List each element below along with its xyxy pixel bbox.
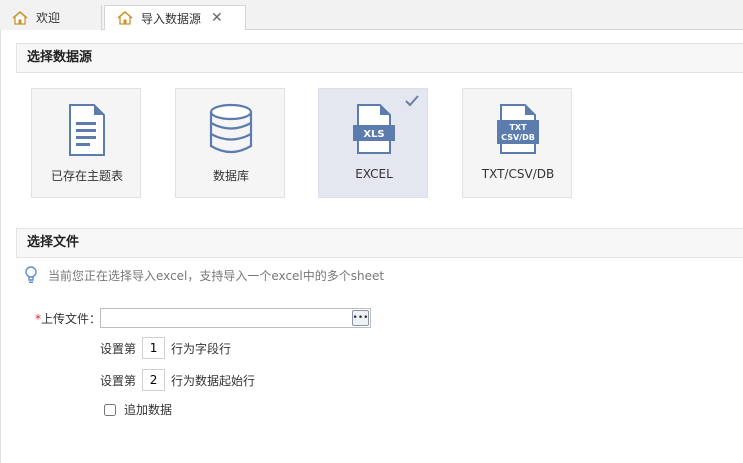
data-row-prefix: 设置第 <box>100 373 137 388</box>
header-row-suffix: 行为字段行 <box>171 341 232 356</box>
source-card-existing-table[interactable]: 已存在主题表 <box>31 88 141 198</box>
source-card-label: 数据库 <box>212 169 249 183</box>
header-row-prefix: 设置第 <box>100 341 137 356</box>
source-card-label: TXT/CSV/DB <box>481 167 555 181</box>
section-header-file: 选择文件 <box>16 228 743 258</box>
close-icon[interactable]: ✕ <box>211 11 223 25</box>
data-start-row-input[interactable] <box>142 369 166 391</box>
hint-text: 当前您正在选择导入excel，支持导入一个excel中的多个sheet <box>48 268 385 283</box>
upload-file-input[interactable] <box>100 308 371 328</box>
data-start-row-setting: 设置第 行为数据起始行 <box>100 369 255 391</box>
xls-icon-text: XLS <box>363 129 384 140</box>
section-header-datasource: 选择数据源 <box>16 43 743 73</box>
database-icon <box>209 103 253 154</box>
source-card-excel[interactable]: XLS EXCEL <box>318 88 428 198</box>
home-icon <box>117 11 133 25</box>
upload-file-label-text: 上传文件： <box>41 312 102 326</box>
header-row-input[interactable] <box>142 337 166 359</box>
xls-file-icon: XLS <box>353 104 395 154</box>
append-data-checkbox[interactable] <box>104 403 116 416</box>
document-icon <box>69 104 105 156</box>
source-card-label: EXCEL <box>355 167 393 181</box>
frame-divider <box>0 30 1 463</box>
data-row-suffix: 行为数据起始行 <box>171 373 256 388</box>
append-data-label: 追加数据 <box>124 403 173 417</box>
txt-csv-db-file-icon: TXT CSV/DB <box>497 104 539 154</box>
source-card-label: 已存在主题表 <box>50 169 123 183</box>
source-card-database[interactable]: 数据库 <box>175 88 285 198</box>
lightbulb-icon <box>25 266 37 283</box>
tab-bar: 欢迎 导入数据源 ✕ <box>0 0 743 31</box>
tab-welcome[interactable]: 欢迎 <box>0 5 102 30</box>
upload-file-label: *上传文件： <box>35 310 101 327</box>
browse-button[interactable]: ••• <box>352 310 369 326</box>
tab-import-datasource-label: 导入数据源 <box>141 11 202 26</box>
ellipsis-icon: ••• <box>352 313 369 323</box>
tab-import-datasource[interactable]: 导入数据源 ✕ <box>104 5 246 31</box>
tab-welcome-label: 欢迎 <box>36 11 61 25</box>
csv-db-icon-text: CSV/DB <box>501 133 535 142</box>
append-data-option: 追加数据 <box>104 401 172 418</box>
source-card-txt-csv-db[interactable]: TXT CSV/DB TXT/CSV/DB <box>462 88 572 198</box>
txt-icon-text: TXT <box>509 123 527 132</box>
home-icon <box>12 10 28 25</box>
hint-message: 当前您正在选择导入excel，支持导入一个excel中的多个sheet <box>24 266 384 284</box>
header-row-setting: 设置第 行为字段行 <box>100 337 231 359</box>
